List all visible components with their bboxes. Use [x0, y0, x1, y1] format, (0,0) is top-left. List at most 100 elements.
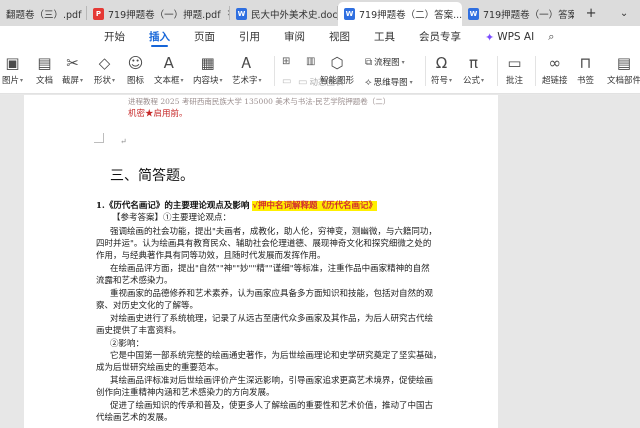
- chevron-down-icon: ▾: [180, 76, 184, 84]
- tab-title: 翻题卷（三）.pdf: [6, 10, 82, 21]
- mindmap-button[interactable]: ⟡ 思维导图 ▾: [365, 76, 413, 89]
- doc-parts-button[interactable]: ▤ 文档部件: [607, 52, 640, 86]
- chevron-down-icon: ▾: [401, 58, 405, 66]
- wordart-button[interactable]: Ꭺ 艺术字 ▾: [232, 52, 262, 86]
- formula-label: 公式: [463, 76, 481, 86]
- search-icon[interactable]: ⌕: [548, 30, 554, 44]
- tab-docx-history[interactable]: W 民大中外美术史.docx: [230, 2, 337, 26]
- new-tab-icon[interactable]: +: [586, 6, 597, 21]
- menu-page[interactable]: 页面: [194, 26, 215, 48]
- table-small-button[interactable]: ⊞: [282, 56, 292, 67]
- document-label: 文档: [36, 76, 54, 86]
- wps-ai-button[interactable]: ✦ WPS AI: [485, 31, 534, 44]
- answer-line: 代绘画艺术的发展。: [96, 413, 173, 423]
- attachment-small-button[interactable]: ▭: [282, 76, 293, 87]
- document-button[interactable]: ▤ 文档: [36, 52, 53, 86]
- answer-line: 重视画家的品德修养和艺术素养，认为画家应具备多方面知识和技能，包括对自然的观: [110, 289, 434, 299]
- tab-docx-answer-1[interactable]: W 719押题卷（一）答案... ✕: [462, 2, 576, 26]
- link-icon: ∞: [548, 54, 562, 72]
- flowchart-label: 流程图: [374, 58, 400, 68]
- tab-title: 民大中外美术史.docx: [251, 10, 337, 21]
- doc-parts-label: 文档部件: [607, 76, 640, 86]
- symbol-button[interactable]: Ω 符号 ▾: [431, 52, 452, 86]
- flowchart-button[interactable]: ⧉ 流程图 ▾: [365, 56, 405, 69]
- answer-line: 成为后世研究绘画史的重要范本。: [96, 363, 224, 373]
- pi-icon: π: [469, 54, 479, 72]
- answer-line: 流露和艺术感染力。: [96, 276, 173, 286]
- bookmark-button[interactable]: ⊓ 书签: [577, 52, 594, 86]
- icon-library-icon: ☺: [127, 54, 144, 72]
- picture-icon: ▣: [5, 54, 20, 72]
- menu-references[interactable]: 引用: [239, 26, 260, 48]
- wordart-label: 艺术字: [232, 76, 258, 86]
- close-tab-icon[interactable]: ✕: [227, 9, 229, 19]
- content-block-icon: ▦: [200, 54, 215, 72]
- content-block-button[interactable]: ▦ 内容块 ▾: [193, 52, 223, 86]
- tab-title: 719押题卷（二）答案...: [359, 10, 462, 21]
- smart-art-button[interactable]: ⬡ 智能图形: [320, 52, 354, 86]
- answer-line: 强调绘画的社会功能，提出"夫画者，成教化，助人伦，穷神变，测幽微，与六籍同功，: [110, 227, 437, 237]
- chevron-down-icon: ▾: [80, 76, 84, 84]
- tab-title: 719押题卷（一）押题.pdf: [108, 10, 221, 21]
- menu-tools[interactable]: 工具: [374, 26, 395, 48]
- textbox-button[interactable]: A 文本框 ▾: [154, 52, 184, 86]
- ribbon-divider: [425, 56, 426, 86]
- bookmark-label: 书签: [577, 76, 595, 86]
- textbox-label: 文本框: [154, 76, 180, 86]
- insert-ribbon: ▣ 图片 ▾ ▤ 文档 ✂ 截屏 ▾ ◇ 形状 ▾ ☺ 图标 A 文本框 ▾ ▦ 内容块…: [0, 48, 640, 94]
- document-canvas[interactable]: ⋮⋮ 进程教程 2025 考研西南民族大学 135000 美术与书法-民艺学院押…: [0, 95, 640, 428]
- pdf-file-icon: P: [93, 8, 104, 20]
- screenshot-button[interactable]: ✂ 截屏 ▾: [62, 52, 83, 86]
- menu-view[interactable]: 视图: [329, 26, 350, 48]
- hyperlink-button[interactable]: ∞ 超链接: [542, 52, 568, 86]
- doc-parts-icon: ▤: [616, 54, 632, 72]
- wps-window: 翻题卷（三）.pdf P 719押题卷（一）押题.pdf ✕ W 民大中外美术史…: [0, 0, 640, 428]
- tab-tools: + ⌄: [574, 0, 640, 26]
- faint-header-line: 进程教程 2025 考研西南民族大学 135000 美术与书法-民艺学院押题卷（…: [128, 97, 391, 106]
- textbox-icon: A: [163, 54, 174, 72]
- answer-line: 创作向注重精神内涵和艺术感染力的方向发展。: [96, 388, 275, 398]
- tab-docx-answer-2[interactable]: W 719押题卷（二）答案...: [338, 2, 462, 26]
- tab-pdf-3[interactable]: 翻题卷（三）.pdf: [0, 2, 86, 26]
- table-icon: ⊞: [282, 56, 291, 67]
- tab-pdf-1[interactable]: P 719押题卷（一）押题.pdf ✕: [87, 2, 229, 26]
- bookmark-icon: ⊓: [579, 54, 592, 72]
- menu-member[interactable]: 会员专享: [419, 26, 461, 48]
- tab-list-chevron-icon[interactable]: ⌄: [620, 8, 628, 19]
- ribbon-divider: [535, 56, 536, 86]
- flowchart-icon: ⧉: [365, 56, 373, 68]
- document-icon: ▤: [37, 54, 52, 72]
- smart-art-label: 智能图形: [320, 76, 355, 86]
- comment-button[interactable]: ▭ 批注: [506, 52, 523, 86]
- dynamic-chart-icon: ▭: [298, 76, 308, 88]
- question-title: 1.《历代名画记》的主要理论观点及影响 √押中名词解释题《历代名画记》: [96, 199, 377, 211]
- word-file-icon: W: [468, 8, 479, 20]
- icon-label: 图标: [127, 76, 145, 86]
- symbol-label: 符号: [431, 76, 449, 86]
- answer-line: 四时并运"。认为绘画具有教育民众、辅助社会伦理道德、展现神奇文化和探究细微之处的: [96, 239, 432, 249]
- chart-icon: ▥: [306, 56, 316, 67]
- menu-bar: 开始 插入 页面 引用 审阅 视图 工具 会员专享 ✦ WPS AI ⌕: [0, 26, 640, 48]
- shape-button[interactable]: ◇ 形状 ▾: [94, 52, 115, 86]
- chevron-down-icon: ▾: [481, 76, 485, 84]
- menu-home[interactable]: 开始: [104, 26, 125, 48]
- chart-small-button[interactable]: ▥: [306, 56, 317, 67]
- shape-label: 形状: [94, 76, 112, 86]
- answer-line: 画史提供了丰富资料。: [96, 326, 182, 336]
- document-page[interactable]: 进程教程 2025 考研西南民族大学 135000 美术与书法-民艺学院押题卷（…: [24, 95, 498, 428]
- ribbon-divider: [497, 56, 498, 86]
- hyperlink-label: 超链接: [542, 76, 568, 86]
- picture-button[interactable]: ▣ 图片 ▾: [2, 52, 23, 86]
- menu-insert[interactable]: 插入: [149, 26, 170, 48]
- wordart-icon: Ꭺ: [241, 54, 252, 72]
- picture-label: 图片: [2, 76, 20, 86]
- answer-line: 【参考答案】①主要理论观点：: [112, 213, 232, 223]
- confidential-label: 机密★启用前。: [128, 109, 188, 119]
- icon-button[interactable]: ☺ 图标: [127, 52, 144, 86]
- answer-line: 促进了绘画知识的传承和普及，使更多人了解绘画的重要性和艺术价值，推动了中国古: [110, 401, 434, 411]
- formula-button[interactable]: π 公式 ▾: [463, 52, 484, 86]
- chevron-down-icon: ▾: [112, 76, 116, 84]
- answer-line: 察、对历史文化的了解等。: [96, 301, 199, 311]
- smart-art-icon: ⬡: [330, 54, 344, 72]
- menu-review[interactable]: 审阅: [284, 26, 305, 48]
